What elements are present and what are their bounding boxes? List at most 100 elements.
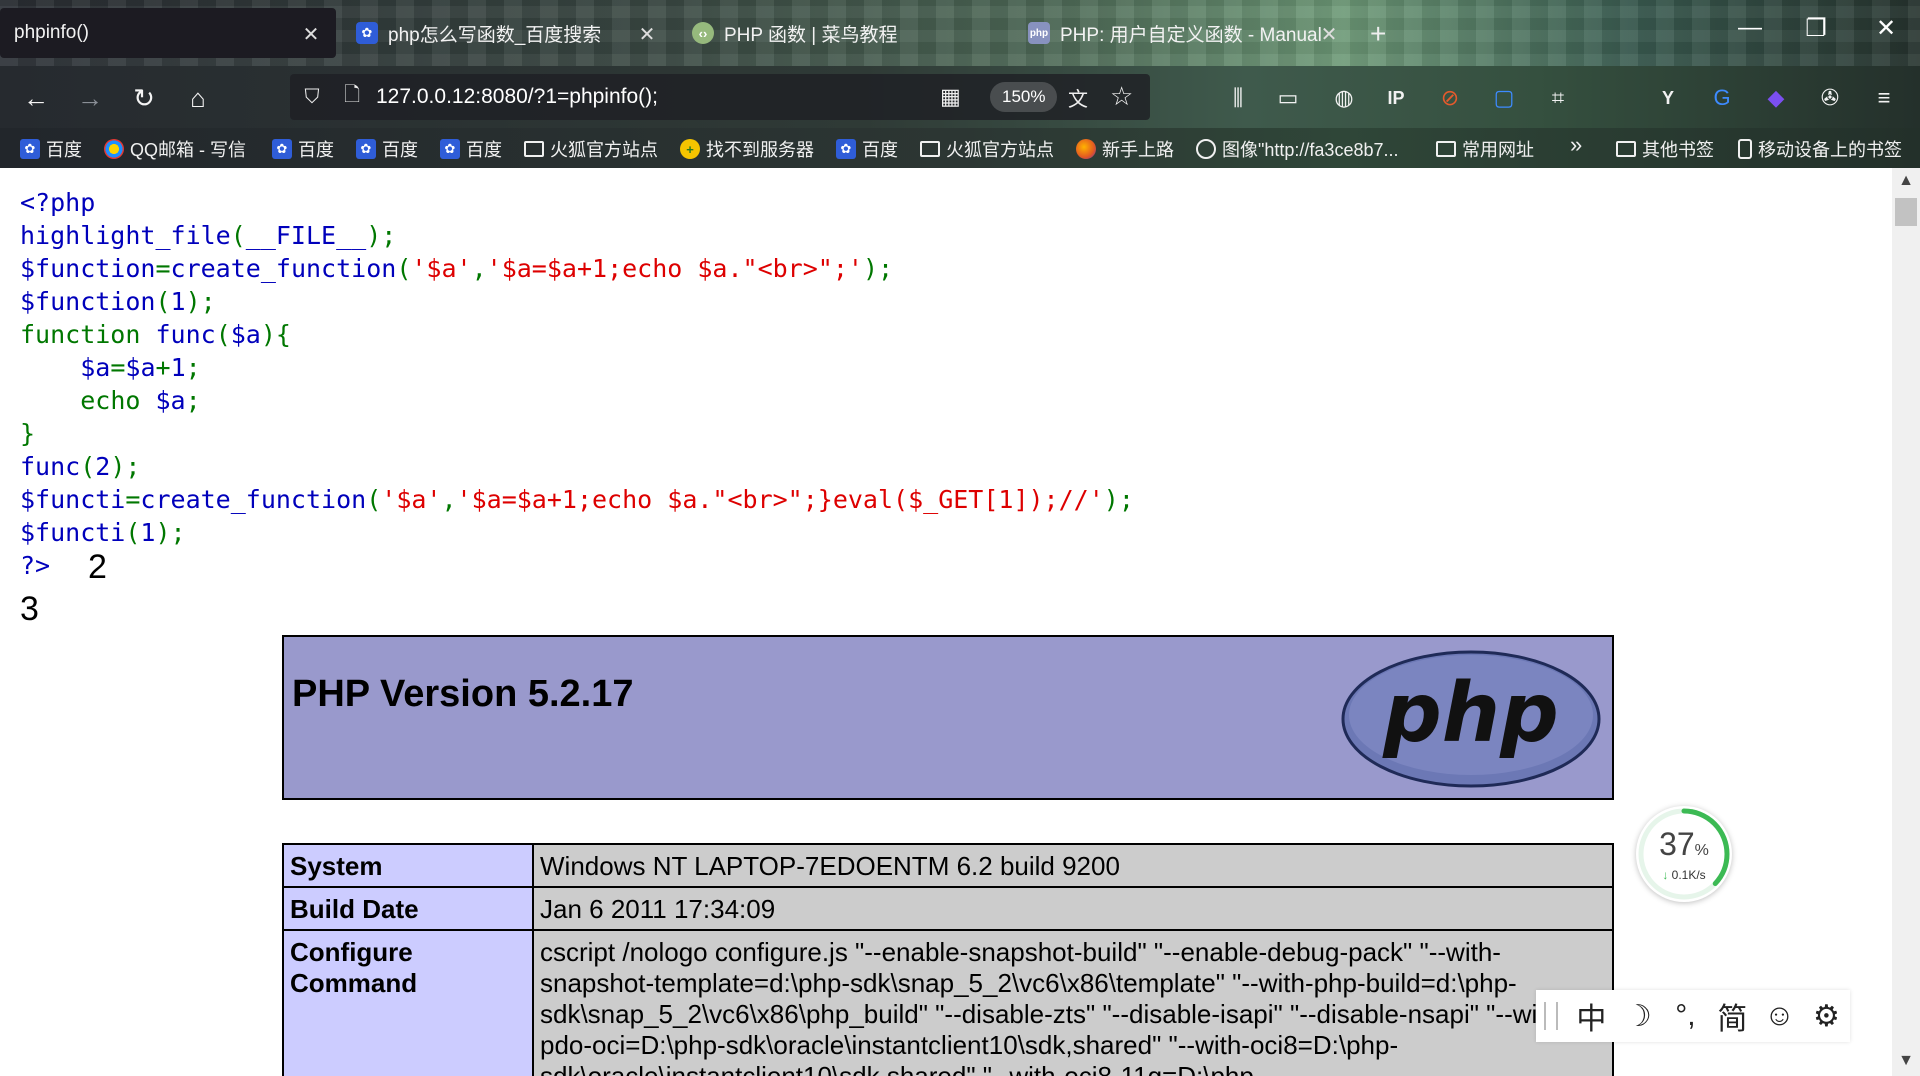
tab-baidu-search[interactable]: ✿ php怎么写函数_百度搜索 ✕ (342, 8, 672, 58)
bookmark-folder[interactable]: 常用网址 (1436, 136, 1534, 162)
translate-icon[interactable]: 文 (1068, 83, 1088, 112)
code-line: } (20, 419, 36, 448)
bookmark-item[interactable]: + 找不到服务器 (680, 136, 814, 162)
qq-mail-icon (104, 139, 124, 159)
tab-runoob[interactable]: ‹› PHP 函数 | 菜鸟教程 (678, 8, 1008, 58)
bookmark-item[interactable]: ✿ 百度 (440, 136, 502, 162)
library-icon[interactable]: ⫼ (1222, 82, 1254, 114)
other-bookmarks-folder[interactable]: 其他书签 (1616, 136, 1714, 162)
code-line: function func($a){ (20, 320, 291, 349)
load-percent: 37% (1659, 826, 1709, 862)
tab-strip: phpinfo() ✕ ✿ php怎么写函数_百度搜索 ✕ ‹› PHP 函数 … (0, 0, 1920, 66)
drag-handle[interactable] (1544, 1002, 1558, 1030)
bookmark-label: 新手上路 (1102, 140, 1174, 160)
php-version-title: PHP Version 5.2.17 (292, 673, 634, 715)
download-arrow-icon: ↓ (1662, 868, 1669, 882)
restore-button[interactable]: ❐ (1796, 14, 1836, 43)
baidu-icon: ✿ (272, 139, 292, 159)
forward-button[interactable]: → (72, 80, 108, 116)
tab-title: phpinfo() (14, 22, 89, 43)
bookmark-item[interactable]: QQ邮箱 - 写信 (104, 136, 246, 162)
sidebar-icon[interactable]: ▭ (1272, 82, 1304, 114)
navigation-toolbar: ← → ↻ ⌂ ⛉ 🗋 ▦ 150% 文 ☆ ⫼ ▭ ◍ IP ⊘ ▢ ⌗ Y … (0, 66, 1920, 128)
tab-title: php怎么写函数_百度搜索 (388, 24, 602, 46)
moon-icon[interactable]: ☽ (1615, 999, 1662, 1034)
table-key: Build Date (282, 886, 534, 931)
code-line: $a=$a+1; (80, 353, 201, 382)
bookmark-folder[interactable]: 火狐官方站点 (524, 136, 658, 162)
crop-icon[interactable]: ⌗ (1542, 82, 1574, 114)
close-icon[interactable]: ✕ (300, 22, 322, 47)
tab-php-manual[interactable]: php PHP: 用户自定义函数 - Manual ✕ (1014, 8, 1344, 58)
settings-icon[interactable]: ✇ (1814, 82, 1846, 114)
qr-code-icon[interactable]: ▦ (940, 84, 961, 110)
home-button[interactable]: ⌂ (180, 80, 216, 116)
ime-simplified-mode[interactable]: 简 (1709, 994, 1756, 1038)
php-icon: php (1028, 22, 1050, 44)
network-speed-widget[interactable]: 37% ↓ 0.1K/s (1636, 806, 1732, 902)
bookmark-folder[interactable]: 火狐官方站点 (920, 136, 1054, 162)
ip-icon[interactable]: IP (1380, 82, 1412, 114)
emoji-icon[interactable]: ☺ (1756, 999, 1803, 1033)
bookmark-label: QQ邮箱 - 写信 (130, 140, 246, 160)
new-tab-button[interactable]: + (1370, 18, 1386, 50)
scroll-down-arrow-icon[interactable]: ▼ (1892, 1052, 1920, 1070)
page-info-icon[interactable]: 🗋 (334, 80, 370, 114)
bookmark-star-icon[interactable]: ☆ (1110, 81, 1133, 112)
bookmark-item[interactable]: ✿ 百度 (20, 136, 82, 162)
vertical-scrollbar[interactable]: ▲ ▼ (1892, 168, 1920, 1076)
scroll-up-arrow-icon[interactable]: ▲ (1892, 172, 1920, 190)
page-content: <?php highlight_file(__FILE__); $functio… (0, 168, 1892, 1076)
close-icon[interactable]: ✕ (636, 22, 658, 47)
translate-icon[interactable]: G (1706, 82, 1738, 114)
close-window-button[interactable]: ✕ (1866, 14, 1906, 43)
shield-icon[interactable]: ⛉ (290, 86, 334, 109)
extension-icon[interactable]: ◆ (1760, 82, 1792, 114)
baidu-icon: ✿ (356, 139, 376, 159)
bookmark-item[interactable]: ✿ 百度 (356, 136, 418, 162)
phpinfo-header: PHP Version 5.2.17 php (282, 635, 1614, 800)
screenshot-icon[interactable]: ▢ (1488, 82, 1520, 114)
download-speed: ↓ 0.1K/s (1662, 868, 1706, 882)
phpinfo-table: System Windows NT LAPTOP-7EDOENTM 6.2 bu… (282, 843, 1614, 1076)
tab-phpinfo[interactable]: phpinfo() ✕ (0, 8, 336, 58)
baidu-icon: ✿ (836, 139, 856, 159)
zoom-level-badge[interactable]: 150% (990, 82, 1058, 112)
php-logo[interactable]: php (1340, 649, 1602, 789)
table-value: Jan 6 2011 17:34:09 (532, 886, 1614, 931)
url-input[interactable] (370, 85, 930, 109)
bookmark-label: 火狐官方站点 (550, 140, 658, 160)
folder-icon (1616, 141, 1636, 157)
bookmark-label: 其他书签 (1642, 140, 1714, 160)
address-bar[interactable]: ⛉ 🗋 ▦ 150% 文 ☆ (290, 74, 1150, 120)
close-icon[interactable]: ✕ (1318, 22, 1340, 47)
bookmark-label: 百度 (862, 140, 898, 160)
back-button[interactable]: ← (18, 80, 54, 116)
scrollbar-thumb[interactable] (1895, 198, 1917, 226)
yandex-icon[interactable]: Y (1652, 82, 1684, 114)
table-key: Configure Command (282, 929, 534, 1076)
adblock-icon[interactable]: ⊘ (1434, 82, 1466, 114)
ime-chinese-mode[interactable]: 中 (1568, 994, 1615, 1038)
bookmarks-overflow-button[interactable]: » (1570, 132, 1582, 158)
menu-icon[interactable]: ≡ (1868, 82, 1900, 114)
bookmark-item[interactable]: ✿ 百度 (272, 136, 334, 162)
mobile-device-icon (1738, 139, 1752, 159)
bookmark-item[interactable]: 新手上路 (1076, 136, 1174, 162)
bookmark-item[interactable]: ✿ 百度 (836, 136, 898, 162)
tab-title: PHP 函数 | 菜鸟教程 (724, 24, 898, 46)
bookmark-label: 移动设备上的书签 (1758, 140, 1902, 160)
bookmarks-bar: ✿ 百度 QQ邮箱 - 写信 ✿ 百度 ✿ 百度 ✿ 百度 火狐官方站点 + 找不到服务器… (0, 128, 1920, 168)
reload-button[interactable]: ↻ (126, 80, 162, 116)
minimize-button[interactable]: — (1730, 14, 1770, 42)
table-row: Build Date Jan 6 2011 17:34:09 (282, 886, 1614, 931)
gear-icon[interactable]: ⚙ (1803, 999, 1850, 1034)
script-output-3: 3 (20, 590, 39, 628)
punctuation-icon[interactable]: °, (1662, 999, 1709, 1033)
globe-icon (1196, 139, 1216, 159)
bookmark-item[interactable]: 图像"http://fa3ce8b7... (1196, 136, 1398, 162)
mobile-bookmarks-folder[interactable]: 移动设备上的书签 (1738, 136, 1902, 162)
vpn-icon[interactable]: ◍ (1328, 82, 1360, 114)
tab-title: PHP: 用户自定义函数 - Manual (1060, 24, 1322, 46)
code-line: $functi=create_function('$a','$a=$a+1;ec… (20, 485, 1134, 514)
